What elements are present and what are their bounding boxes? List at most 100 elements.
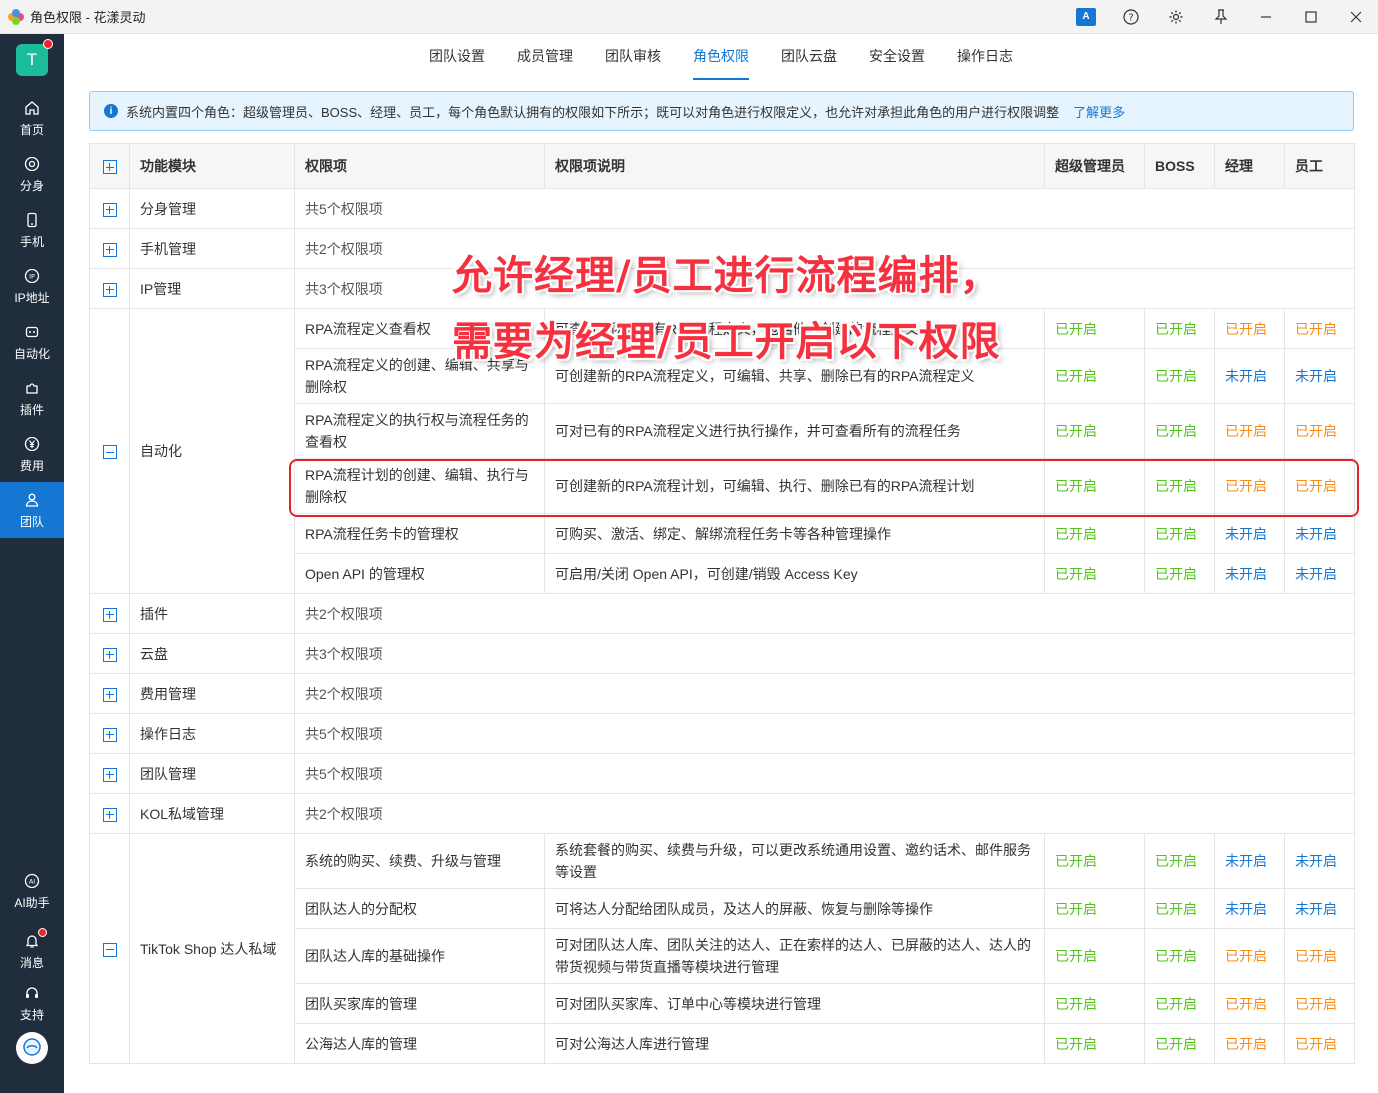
expand-cell[interactable] (89, 593, 130, 634)
translate-icon[interactable]: A (1076, 7, 1096, 26)
permission-status[interactable]: 已开启 (1214, 403, 1285, 459)
expand-icon[interactable] (102, 242, 117, 257)
learn-more-link[interactable]: 了解更多 (1073, 102, 1125, 121)
expand-icon[interactable] (102, 607, 117, 622)
permission-status[interactable]: 已开启 (1144, 308, 1215, 349)
permission-status[interactable]: 已开启 (1144, 928, 1215, 984)
sidebar-item-ai[interactable]: AI AI助手 (0, 863, 64, 919)
minimize-icon[interactable] (1243, 0, 1288, 34)
sidebar-item-phone[interactable]: 手机 (0, 202, 64, 258)
expand-cell[interactable] (89, 228, 130, 269)
banner-text: 系统内置四个角色：超级管理员、BOSS、经理、员工，每个角色默认拥有的权限如下所… (126, 104, 1060, 120)
help-circle-icon[interactable]: ? (1108, 0, 1153, 34)
tab-team-settings[interactable]: 团队设置 (413, 34, 501, 80)
sidebar-item-messages[interactable]: 消息 (0, 923, 64, 979)
permission-status[interactable]: 未开启 (1284, 348, 1355, 404)
expand-icon[interactable] (102, 647, 117, 662)
permission-status[interactable]: 已开启 (1144, 403, 1215, 459)
permission-status[interactable]: 未开启 (1284, 553, 1355, 594)
permission-status[interactable]: 已开启 (1214, 1023, 1285, 1064)
close-icon[interactable] (1333, 0, 1378, 34)
permission-status[interactable]: 已开启 (1044, 513, 1145, 554)
permission-status[interactable]: 未开启 (1214, 833, 1285, 889)
sidebar-item-billing[interactable]: 费用 (0, 426, 64, 482)
tab-role-permissions[interactable]: 角色权限 (677, 34, 765, 80)
sidebar-item-team[interactable]: 团队 (0, 482, 64, 538)
permission-status[interactable]: 已开启 (1284, 1023, 1355, 1064)
permission-status[interactable]: 已开启 (1044, 1023, 1145, 1064)
expand-all-cell[interactable] (89, 143, 130, 189)
tab-team-review[interactable]: 团队审核 (589, 34, 677, 80)
tab-members[interactable]: 成员管理 (501, 34, 589, 80)
avatar[interactable]: T (16, 44, 48, 76)
sidebar-item-plugins[interactable]: 插件 (0, 370, 64, 426)
header-super-admin: 超级管理员 (1044, 143, 1145, 189)
permission-status[interactable]: 未开启 (1214, 888, 1285, 929)
permission-status[interactable]: 已开启 (1144, 833, 1215, 889)
permission-status[interactable]: 未开启 (1214, 513, 1285, 554)
permission-status[interactable]: 已开启 (1144, 348, 1215, 404)
sidebar-item-profiles[interactable]: 分身 (0, 146, 64, 202)
expand-cell[interactable] (89, 673, 130, 714)
permission-status[interactable]: 已开启 (1044, 348, 1145, 404)
permission-status[interactable]: 未开启 (1214, 348, 1285, 404)
pin-icon[interactable] (1198, 0, 1243, 34)
tab-operation-log[interactable]: 操作日志 (941, 34, 1029, 80)
collapse-icon[interactable] (102, 445, 117, 460)
expand-cell[interactable] (89, 713, 130, 754)
collapse-cell[interactable] (89, 833, 130, 1064)
permission-status[interactable]: 已开启 (1214, 928, 1285, 984)
expand-icon[interactable] (102, 727, 117, 742)
permission-status[interactable]: 已开启 (1144, 1023, 1215, 1064)
permission-status[interactable]: 已开启 (1284, 928, 1355, 984)
permission-status[interactable]: 已开启 (1044, 833, 1145, 889)
expand-icon[interactable] (102, 767, 117, 782)
permission-status[interactable]: 已开启 (1284, 308, 1355, 349)
permission-status[interactable]: 已开启 (1044, 888, 1145, 929)
permission-status[interactable]: 已开启 (1144, 983, 1215, 1024)
permission-status[interactable]: 已开启 (1044, 553, 1145, 594)
team-avatar[interactable]: T (16, 39, 53, 76)
permission-status[interactable]: 已开启 (1214, 983, 1285, 1024)
sidebar-item-automation[interactable]: 自动化 (0, 314, 64, 370)
expand-icon[interactable] (102, 807, 117, 822)
permission-status[interactable]: 已开启 (1214, 308, 1285, 349)
permission-desc: 可将达人分配给团队成员，及达人的屏蔽、恢复与删除等操作 (544, 888, 1045, 929)
permission-desc: 可对团队达人库、团队关注的达人、正在索样的达人、已屏蔽的达人、达人的带货视频与带… (544, 928, 1045, 984)
permission-status[interactable]: 已开启 (1044, 403, 1145, 459)
tab-security[interactable]: 安全设置 (853, 34, 941, 80)
sidebar-item-label: 支持 (19, 1007, 44, 1022)
expand-cell[interactable] (89, 268, 130, 309)
collapse-cell[interactable] (89, 308, 130, 594)
expand-icon[interactable] (102, 687, 117, 702)
sidebar-item-ip[interactable]: IP IP地址 (0, 258, 64, 314)
expand-cell[interactable] (89, 753, 130, 794)
collapse-icon[interactable] (102, 942, 117, 957)
expand-cell[interactable] (89, 188, 130, 229)
permission-status[interactable]: 已开启 (1284, 403, 1355, 459)
permission-status[interactable]: 未开启 (1284, 833, 1355, 889)
sidebar-item-home[interactable]: 首页 (0, 90, 64, 146)
expand-cell[interactable] (89, 633, 130, 674)
expand-cell[interactable] (89, 793, 130, 834)
maximize-icon[interactable] (1288, 0, 1333, 34)
permission-status[interactable]: 已开启 (1144, 553, 1215, 594)
table-row: TikTok Shop 达人私域 系统的购买、续费、升级与管理 系统套餐的购买、续… (89, 833, 1355, 1064)
permission-status[interactable]: 未开启 (1284, 513, 1355, 554)
permission-status[interactable]: 已开启 (1044, 983, 1145, 1024)
permission-status[interactable]: 已开启 (1144, 888, 1215, 929)
brand-badge-icon[interactable] (16, 1032, 48, 1064)
permission-summary: 共5个权限项 (294, 753, 1355, 794)
permission-status[interactable]: 已开启 (1284, 983, 1355, 1024)
expand-icon[interactable] (102, 160, 117, 175)
sidebar-item-support[interactable]: 支持 (0, 975, 64, 1031)
tab-team-drive[interactable]: 团队云盘 (765, 34, 853, 80)
expand-icon[interactable] (102, 282, 117, 297)
permission-status[interactable]: 已开启 (1044, 308, 1145, 349)
permission-status[interactable]: 未开启 (1214, 553, 1285, 594)
expand-icon[interactable] (102, 202, 117, 217)
gear-icon[interactable] (1153, 0, 1198, 34)
permission-status[interactable]: 已开启 (1044, 928, 1145, 984)
permission-status[interactable]: 已开启 (1144, 513, 1215, 554)
permission-status[interactable]: 未开启 (1284, 888, 1355, 929)
